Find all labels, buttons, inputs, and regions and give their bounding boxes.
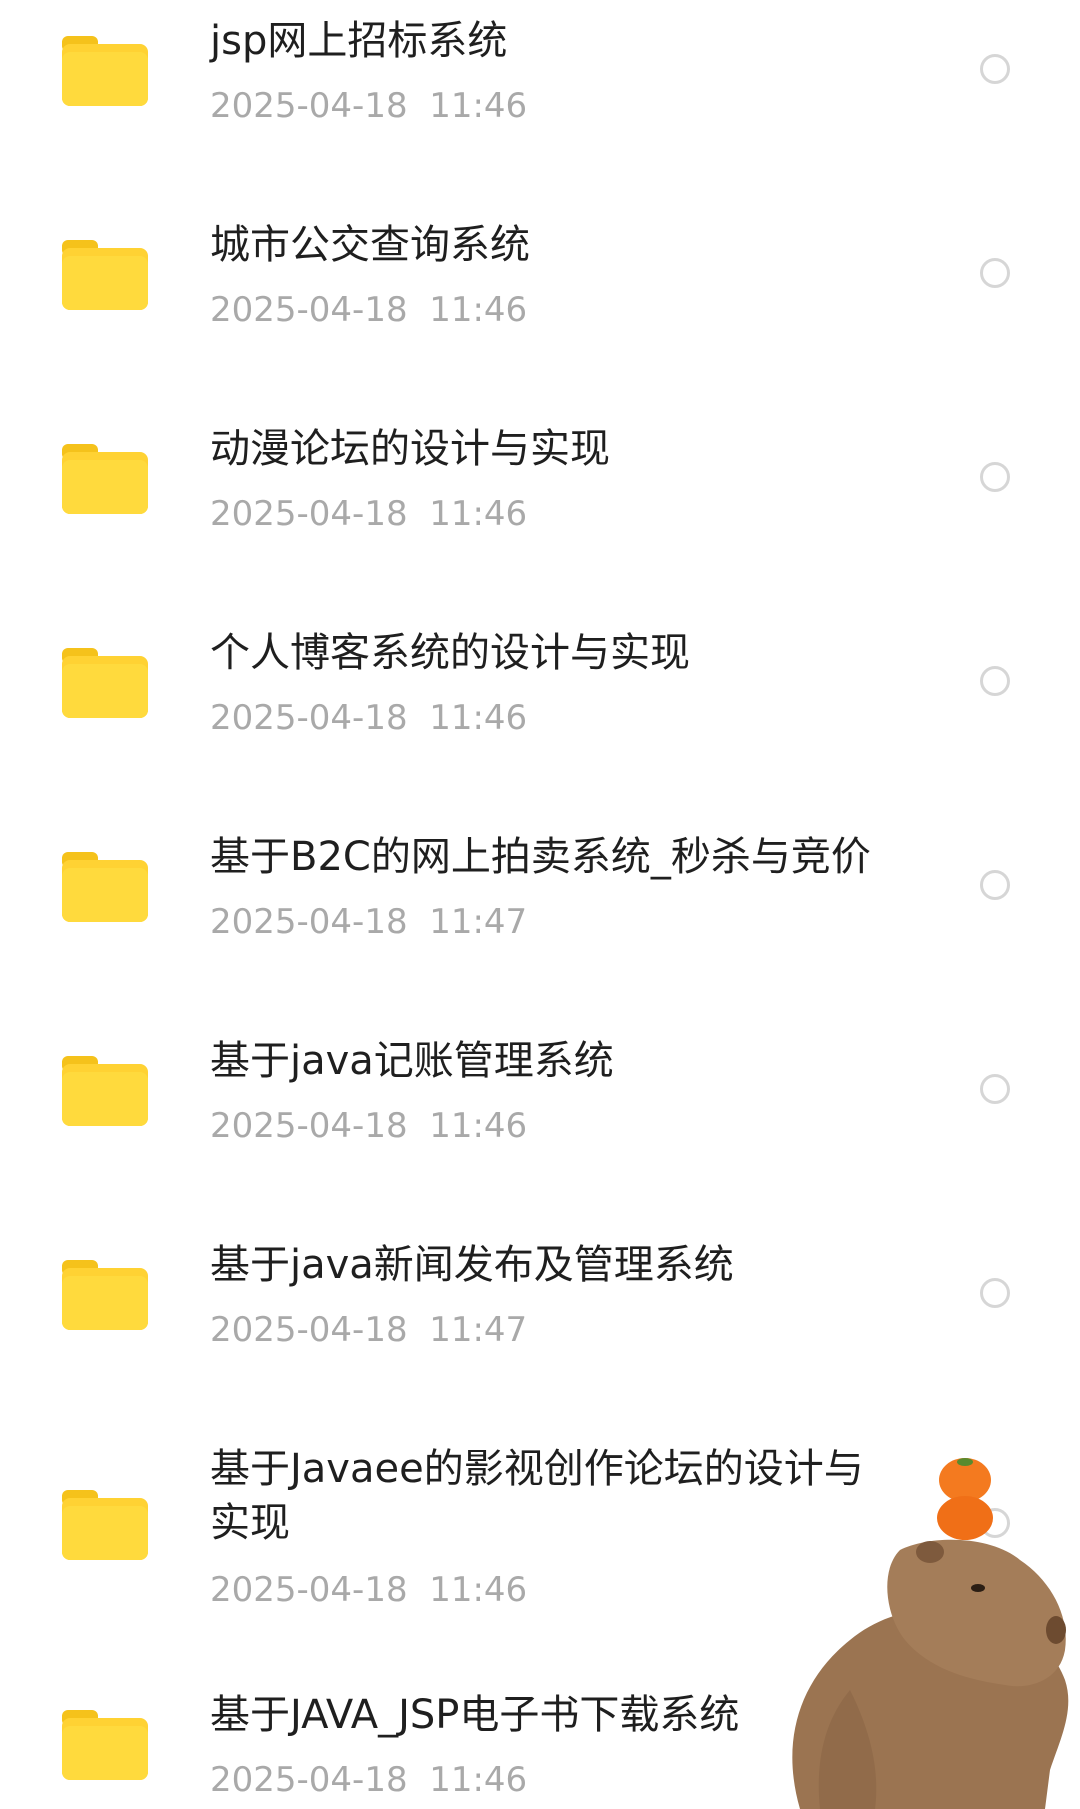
list-item[interactable]: 基于java记账管理系统 2025-04-18 11:46 — [0, 1020, 1080, 1190]
list-item[interactable]: jsp网上招标系统 2025-04-18 11:46 — [0, 0, 1080, 170]
folder-icon — [62, 848, 148, 922]
file-name: jsp网上招标系统 — [210, 18, 508, 64]
file-date: 2025-04-18 11:46 — [210, 290, 528, 330]
folder-icon — [62, 1706, 148, 1780]
capybara-sticker-icon — [760, 1440, 1080, 1809]
select-radio[interactable] — [980, 870, 1010, 900]
folder-icon — [62, 644, 148, 718]
file-date: 2025-04-18 11:46 — [210, 1760, 528, 1800]
file-name: 基于java记账管理系统 — [210, 1038, 614, 1084]
list-item[interactable]: 城市公交查询系统 2025-04-18 11:46 — [0, 204, 1080, 374]
folder-icon — [62, 236, 148, 310]
select-radio[interactable] — [980, 54, 1010, 84]
select-radio[interactable] — [980, 258, 1010, 288]
file-date: 2025-04-18 11:46 — [210, 86, 528, 126]
file-name: 个人博客系统的设计与实现 — [210, 630, 690, 676]
folder-icon — [62, 32, 148, 106]
folder-icon — [62, 1052, 148, 1126]
select-radio[interactable] — [980, 1074, 1010, 1104]
folder-icon — [62, 1486, 148, 1560]
file-date: 2025-04-18 11:46 — [210, 1106, 528, 1146]
file-date: 2025-04-18 11:46 — [210, 698, 528, 738]
file-name: 基于java新闻发布及管理系统 — [210, 1242, 734, 1288]
file-list-screen: jsp网上招标系统 2025-04-18 11:46 城市公交查询系统 2025… — [0, 0, 1080, 1809]
list-item[interactable]: 个人博客系统的设计与实现 2025-04-18 11:46 — [0, 612, 1080, 782]
select-radio[interactable] — [980, 462, 1010, 492]
file-date: 2025-04-18 11:47 — [210, 902, 528, 942]
list-item[interactable]: 基于B2C的网上拍卖系统_秒杀与竞价 2025-04-18 11:47 — [0, 816, 1080, 986]
list-item[interactable]: 基于java新闻发布及管理系统 2025-04-18 11:47 — [0, 1224, 1080, 1394]
folder-icon — [62, 1256, 148, 1330]
file-name: 基于B2C的网上拍卖系统_秒杀与竞价 — [210, 834, 871, 880]
file-name: 动漫论坛的设计与实现 — [210, 426, 610, 472]
file-date: 2025-04-18 11:46 — [210, 1570, 528, 1610]
select-radio[interactable] — [980, 666, 1010, 696]
file-date: 2025-04-18 11:46 — [210, 494, 528, 534]
list-item[interactable]: 动漫论坛的设计与实现 2025-04-18 11:46 — [0, 408, 1080, 578]
file-date: 2025-04-18 11:47 — [210, 1310, 528, 1350]
folder-icon — [62, 440, 148, 514]
file-name: 城市公交查询系统 — [210, 222, 530, 268]
select-radio[interactable] — [980, 1278, 1010, 1308]
